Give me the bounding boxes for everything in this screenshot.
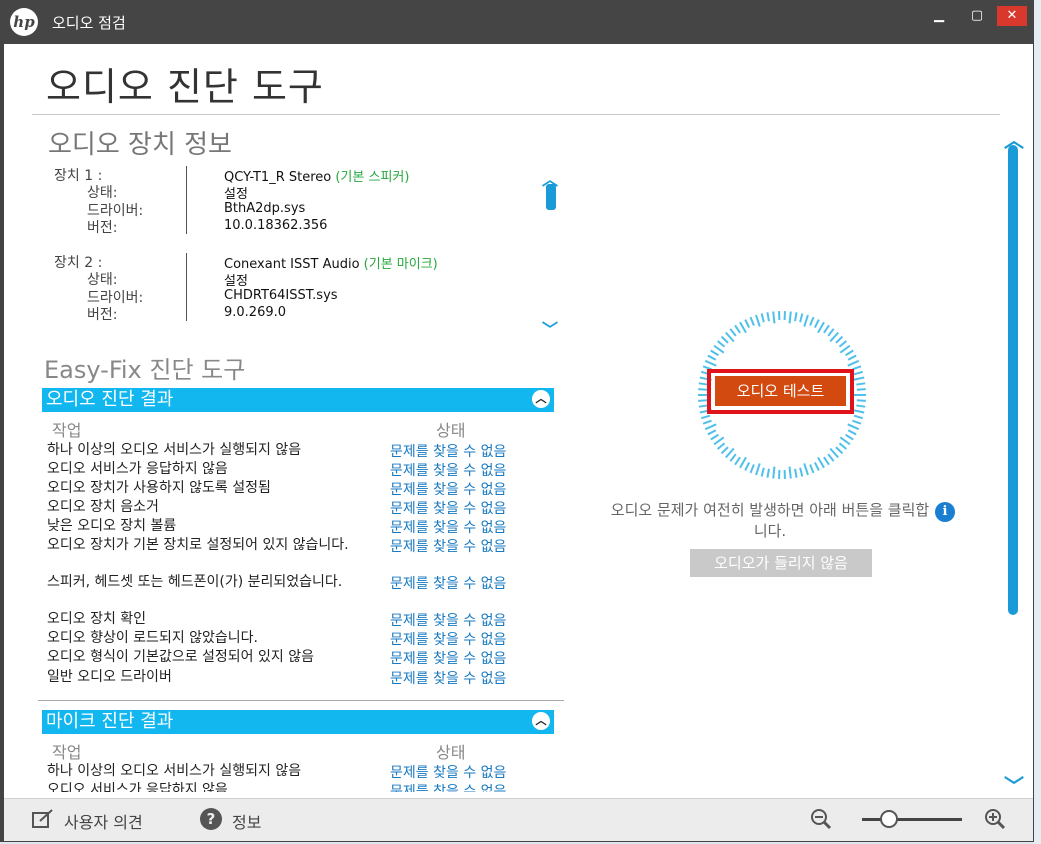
status-link[interactable]: 문제를 찾을 수 없음 (390, 781, 506, 792)
app-window: hp 오디오 점검 ▁ ▢ ✕ 오디오 진단 도구 ︿ ﹀ 오디오 장치 정보 … (0, 0, 1034, 842)
mic-results-list: 하나 이상의 오디오 서비스가 실행되지 않음 문제를 찾을 수 없음 오디오 … (0, 752, 560, 792)
status-link[interactable]: 문제를 찾을 수 없음 (390, 536, 506, 556)
info-label[interactable]: 정보 (232, 809, 261, 833)
column-header-task: 작업 (52, 421, 82, 440)
window-title: 오디오 점검 (52, 14, 126, 32)
device-name: QCY-T1_R Stereo (기본 스피커) (224, 170, 410, 185)
title-bar: hp 오디오 점검 ▁ ▢ ✕ (0, 0, 1034, 44)
status-link[interactable]: 문제를 찾을 수 없음 (390, 648, 506, 668)
device-driver: BthA2dp.sys (224, 201, 306, 216)
task-label: 오디오 서비스가 응답하지 않음 (47, 782, 228, 792)
device-divider (186, 253, 187, 321)
scroll-down-icon[interactable]: ﹀ (1004, 770, 1024, 799)
status-link[interactable]: 문제를 찾을 수 없음 (390, 762, 506, 782)
task-label: 오디오 장치 음소거 (47, 499, 159, 515)
task-label: 오디오 장치가 사용하지 않도록 설정됨 (47, 480, 271, 496)
zoom-in-icon[interactable] (984, 808, 1006, 830)
status-link[interactable]: 문제를 찾을 수 없음 (390, 629, 506, 649)
device-scroll-down-icon[interactable]: ﹀ (542, 316, 558, 340)
main-scrollbar[interactable] (1008, 145, 1018, 615)
page-title: 오디오 진단 도구 (46, 65, 324, 109)
device-info-heading: 오디오 장치 정보 (48, 130, 232, 160)
hp-logo: hp (10, 8, 38, 36)
audio-results-title: 오디오 진단 결과 (46, 389, 174, 410)
audio-test-button[interactable]: 오디오 테스트 (715, 376, 846, 406)
status-link[interactable]: 문제를 찾을 수 없음 (390, 479, 506, 499)
task-label: 스피커, 헤드셋 또는 헤드폰이(가) 분리되었습니다. (47, 574, 343, 590)
status-link[interactable]: 문제를 찾을 수 없음 (390, 460, 506, 480)
status-link[interactable]: 문제를 찾을 수 없음 (390, 610, 506, 630)
device-status: 설정 (224, 274, 248, 289)
mic-results-header[interactable]: 마이크 진단 결과 ︿ (42, 710, 554, 734)
status-link[interactable]: 문제를 찾을 수 없음 (390, 441, 506, 461)
device-list-scrollbar[interactable] (546, 184, 556, 210)
easyfix-heading: Easy-Fix 진단 도구 (44, 356, 246, 384)
device-divider (186, 166, 187, 234)
device-status: 설정 (224, 187, 248, 202)
background-strip (1034, 0, 1041, 844)
info-icon[interactable]: i (935, 502, 955, 522)
device-version: 10.0.18362.356 (224, 218, 328, 233)
feedback-icon[interactable] (32, 809, 54, 829)
status-label: 상태: (87, 185, 118, 201)
help-text: 오디오 문제가 여전히 발생하면 아래 버튼을 클릭합니다. (610, 501, 930, 540)
maximize-button[interactable]: ▢ (964, 6, 990, 26)
status-label: 상태: (87, 272, 118, 288)
status-link[interactable]: 문제를 찾을 수 없음 (390, 498, 506, 518)
audio-results-header[interactable]: 오디오 진단 결과 ︿ (42, 388, 554, 412)
task-label: 오디오 장치가 기본 장치로 설정되어 있지 않습니다. (47, 537, 349, 553)
version-label: 버전: (87, 307, 118, 323)
collapse-icon[interactable]: ︿ (532, 390, 550, 408)
task-label: 오디오 장치 확인 (47, 611, 147, 627)
task-label: 하나 이상의 오디오 서비스가 실행되지 않음 (47, 442, 302, 458)
version-label: 버전: (87, 220, 118, 236)
status-link[interactable]: 문제를 찾을 수 없음 (390, 573, 506, 593)
status-link[interactable]: 문제를 찾을 수 없음 (390, 668, 506, 688)
task-label: 오디오 향상이 로드되지 않았습니다. (47, 630, 258, 646)
task-label: 낮은 오디오 장치 볼륨 (47, 518, 177, 534)
zoom-slider-track[interactable] (862, 818, 962, 821)
close-button[interactable]: ✕ (997, 6, 1027, 26)
task-label: 오디오 형식이 기본값으로 설정되어 있지 않음 (47, 649, 314, 665)
mic-results-title: 마이크 진단 결과 (46, 711, 174, 732)
footer-bar: 사용자 의견 ? 정보 (4, 798, 1033, 841)
divider (38, 700, 564, 701)
help-icon[interactable]: ? (200, 808, 222, 830)
zoom-slider-handle[interactable] (880, 810, 898, 828)
column-header-status: 상태 (436, 421, 466, 440)
collapse-icon[interactable]: ︿ (532, 712, 550, 730)
zoom-out-icon[interactable] (810, 808, 832, 830)
task-label: 오디오 서비스가 응답하지 않음 (47, 461, 228, 477)
minimize-button[interactable]: ▁ (926, 6, 952, 26)
feedback-label[interactable]: 사용자 의견 (64, 809, 143, 833)
no-audio-button[interactable]: 오디오가 들리지 않음 (690, 549, 872, 577)
device-version: 9.0.269.0 (224, 305, 287, 320)
divider (32, 114, 1000, 115)
device-name: Conexant ISST Audio (기본 마이크) (224, 257, 438, 272)
device-driver: CHDRT64ISST.sys (224, 288, 338, 303)
task-label: 하나 이상의 오디오 서비스가 실행되지 않음 (47, 763, 302, 779)
task-label: 일반 오디오 드라이버 (47, 669, 172, 685)
status-link[interactable]: 문제를 찾을 수 없음 (390, 517, 506, 537)
